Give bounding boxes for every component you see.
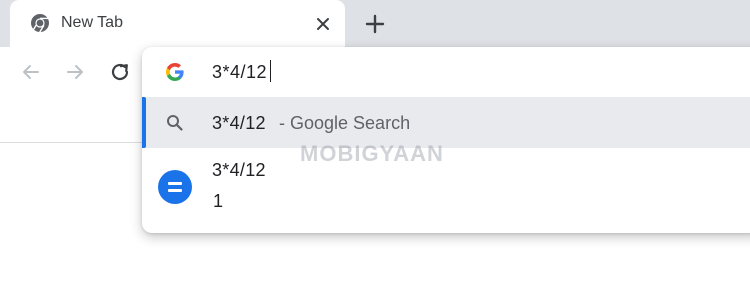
reload-icon bbox=[111, 63, 129, 81]
close-icon[interactable] bbox=[312, 13, 334, 35]
tab-strip: New Tab bbox=[0, 0, 750, 47]
browser-window: New Tab 3*4/12 3*4/12 - Google Search 3*… bbox=[0, 0, 750, 308]
reload-button[interactable] bbox=[107, 59, 133, 85]
search-icon bbox=[165, 113, 185, 133]
suggestion-separator: - bbox=[279, 113, 285, 133]
forward-arrow-icon bbox=[67, 65, 83, 79]
new-tab-button[interactable] bbox=[362, 11, 388, 37]
tab-title: New Tab bbox=[61, 14, 123, 31]
suggestion-query: 3*4/12 bbox=[212, 113, 266, 133]
selection-indicator bbox=[142, 97, 146, 148]
forward-button[interactable] bbox=[62, 59, 88, 85]
suggestion-description: Google Search bbox=[290, 113, 411, 133]
chrome-icon bbox=[30, 13, 50, 33]
suggestion-search-row[interactable]: 3*4/12 - Google Search bbox=[142, 97, 750, 148]
watermark: MOBIGYAAN bbox=[300, 141, 444, 166]
text-cursor bbox=[270, 60, 271, 82]
omnibox-dropdown: 3*4/12 - Google Search 3*4/12 1 bbox=[142, 47, 750, 233]
back-button[interactable] bbox=[18, 59, 44, 85]
calculator-icon bbox=[158, 170, 192, 204]
back-arrow-icon bbox=[23, 65, 39, 79]
omnibox-input-row bbox=[142, 47, 750, 97]
omnibox-input[interactable] bbox=[212, 59, 612, 85]
suggestion-calculator-row[interactable]: 3*4/12 1 bbox=[142, 148, 750, 233]
tab-new-tab[interactable]: New Tab bbox=[10, 0, 345, 47]
calculator-result: 1 bbox=[213, 191, 224, 211]
calculator-expression: 3*4/12 bbox=[212, 160, 266, 180]
plus-icon bbox=[365, 14, 385, 34]
google-icon bbox=[166, 63, 184, 81]
